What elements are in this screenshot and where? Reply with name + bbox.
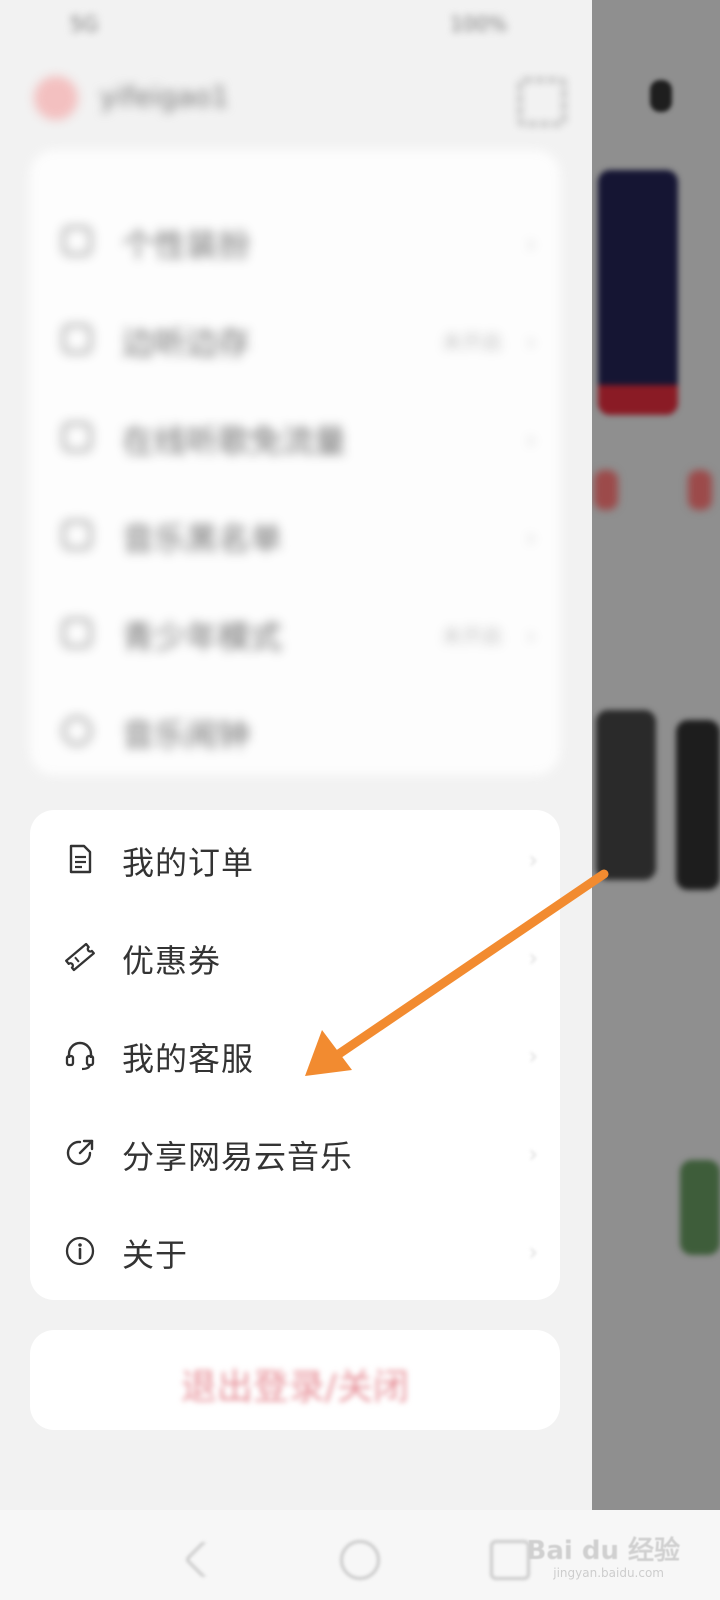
background-app	[590, 0, 720, 1510]
background-dot	[688, 470, 712, 510]
nav-home-icon[interactable]	[340, 1540, 380, 1580]
menu-item-customer-service[interactable]: 我的客服 ›	[30, 1006, 560, 1104]
watermark-logo: Bai du 经验	[526, 1536, 681, 1566]
settings-card: 个性装扮 › 边听边存 未开启 › 在线听歌免流量 › 音乐黑名单 › 青少年模…	[30, 150, 560, 775]
chevron-right-icon: ›	[526, 524, 536, 552]
background-cover	[596, 710, 656, 880]
chevron-right-icon: ›	[526, 622, 536, 650]
chevron-right-icon: ›	[526, 230, 536, 258]
background-banner	[598, 170, 678, 415]
menu-item-status: 未开启	[442, 624, 502, 648]
block-icon	[62, 520, 92, 550]
alarm-icon	[62, 716, 92, 746]
ticket-icon	[65, 942, 95, 972]
chevron-right-icon: ›	[528, 1042, 538, 1070]
menu-item-label: 我的客服	[122, 1040, 255, 1078]
menu-item-label: 边听边存	[122, 324, 251, 362]
menu-item-share[interactable]: 分享网易云音乐 ›	[30, 1104, 560, 1202]
background-cover	[680, 1160, 720, 1255]
scan-icon[interactable]	[518, 78, 566, 126]
cloud-icon	[62, 324, 92, 354]
menu-item-status: 未开启	[442, 330, 502, 354]
menu-item-label: 我的订单	[122, 844, 255, 882]
nav-recent-icon[interactable]	[490, 1540, 530, 1580]
chevron-right-icon: ›	[528, 944, 538, 972]
chevron-right-icon: ›	[528, 1238, 538, 1266]
menu-item-label: 在线听歌免流量	[122, 422, 347, 460]
shirt-icon	[62, 226, 92, 256]
status-signal: 5G	[70, 12, 99, 36]
share-icon	[66, 1139, 94, 1166]
menu-item-label: 分享网易云音乐	[122, 1138, 354, 1176]
menu-item-blacklist[interactable]: 音乐黑名单 ›	[30, 486, 560, 584]
chevron-right-icon: ›	[526, 426, 536, 454]
status-bar: 5G 100%	[0, 0, 592, 50]
chevron-right-icon: ›	[526, 328, 536, 356]
background-search-icon	[650, 80, 672, 112]
watermark-url: jingyan.baidu.com	[553, 1566, 664, 1580]
menu-item-label: 青少年模式	[122, 618, 283, 656]
username[interactable]: yifeigao1	[100, 80, 229, 113]
menu-item-label: 音乐黑名单	[122, 520, 283, 558]
menu-item-listen-save[interactable]: 边听边存 未开启 ›	[30, 290, 560, 388]
chevron-right-icon: ›	[528, 1140, 538, 1168]
drawer-header: yifeigao1	[0, 60, 592, 140]
side-drawer: 5G 100% yifeigao1 个性装扮 › 边听边存 未开启 › 在线听歌…	[0, 0, 592, 1510]
menu-item-label: 关于	[122, 1236, 189, 1274]
document-icon	[69, 844, 92, 874]
menu-item-label: 优惠券	[122, 942, 222, 980]
nav-back-icon[interactable]	[184, 1540, 223, 1579]
chevron-right-icon: ›	[528, 846, 538, 874]
menu-item-about[interactable]: 关于 ›	[30, 1202, 560, 1300]
logout-label: 退出登录/关闭	[180, 1367, 410, 1408]
info-icon	[65, 1236, 95, 1266]
background-cover	[676, 720, 720, 890]
menu-item-personal-dressup[interactable]: 个性装扮 ›	[30, 192, 560, 290]
status-battery: 100%	[450, 12, 508, 36]
headset-icon	[65, 1041, 95, 1071]
background-dot	[594, 470, 618, 510]
shield-icon	[62, 618, 92, 648]
menu-item-teen-mode[interactable]: 青少年模式 未开启 ›	[30, 584, 560, 682]
sim-icon	[62, 422, 92, 452]
menu-item-label: 音乐闹钟	[122, 716, 251, 754]
service-card: 我的订单 › 优惠券 › 我的客服 › 分享网易云音乐 › 关于 ›	[30, 810, 560, 1300]
menu-item-free-data[interactable]: 在线听歌免流量 ›	[30, 388, 560, 486]
menu-item-label: 个性装扮	[122, 226, 251, 264]
menu-item-coupons[interactable]: 优惠券 ›	[30, 908, 560, 1006]
menu-item-alarm[interactable]: 音乐闹钟	[30, 682, 560, 780]
logout-button[interactable]: 退出登录/关闭	[30, 1330, 560, 1430]
menu-item-orders[interactable]: 我的订单 ›	[30, 810, 560, 908]
avatar[interactable]	[34, 76, 78, 120]
